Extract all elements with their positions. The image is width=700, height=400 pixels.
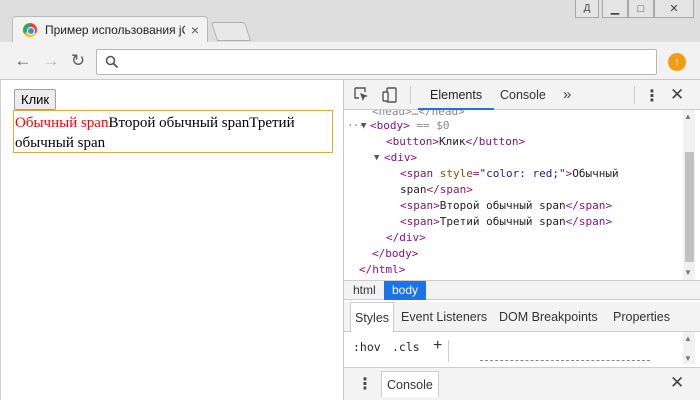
button-close-tag: </button>: [465, 135, 526, 148]
minimize-button[interactable]: ▁: [602, 0, 628, 18]
tab-title: Пример использования jQuery: [45, 23, 185, 37]
devtools-menu-button[interactable]: ⋮: [644, 86, 660, 106]
styles-divider: [448, 340, 449, 362]
styles-scroll-up-icon[interactable]: ▲: [684, 334, 692, 343]
span1-close-tag: </span>: [426, 183, 473, 196]
elements-scrollbar[interactable]: ▲ ▼: [683, 110, 695, 280]
search-icon: [105, 55, 119, 69]
div-close-tag: </div>: [386, 231, 426, 244]
span2-close-tag: </span>: [565, 199, 612, 212]
profile-button[interactable]: Д: [575, 0, 599, 18]
more-tabs-button[interactable]: »: [563, 86, 571, 103]
tab-event-listeners[interactable]: Event Listeners: [397, 302, 491, 332]
span1-text-a: Обычный: [572, 167, 619, 180]
div-open-tag: <div>: [384, 151, 418, 164]
scroll-down-icon[interactable]: ▼: [684, 268, 692, 277]
tab-properties[interactable]: Properties: [609, 302, 674, 332]
tab-console[interactable]: Console: [500, 80, 546, 110]
inspect-element-icon[interactable]: [354, 87, 370, 103]
breadcrumb: html body: [344, 280, 700, 300]
drawer-tab-console[interactable]: Console: [381, 371, 439, 397]
reload-button[interactable]: ↻: [68, 51, 88, 71]
tab-elements[interactable]: Elements: [418, 80, 495, 110]
styles-tabbar: Styles Event Listeners DOM Breakpoints P…: [344, 302, 700, 332]
devtools-panel: Elements Console » ⋮ ✕ <head>…</head> ··…: [343, 80, 700, 400]
maximize-button[interactable]: □: [628, 0, 654, 18]
devtools-drawer: ⋮ Console ✕: [344, 367, 700, 400]
browser-tab[interactable]: Пример использования jQuery ×: [12, 16, 208, 43]
body-close-tag: </body>: [372, 247, 419, 260]
scroll-up-icon[interactable]: ▲: [684, 112, 692, 121]
tab-close-icon[interactable]: ×: [191, 23, 199, 37]
address-bar[interactable]: [96, 49, 657, 75]
span1-text-b: span: [400, 183, 427, 196]
styles-scroll-down-icon[interactable]: ▼: [684, 354, 692, 363]
back-button[interactable]: ←: [13, 51, 33, 71]
add-style-rule-button[interactable]: +: [433, 337, 442, 355]
elements-scrollbar-thumb[interactable]: [685, 152, 694, 262]
tabbar-divider: [410, 86, 411, 104]
new-tab-button[interactable]: [210, 22, 252, 41]
tab-styles[interactable]: Styles: [350, 302, 395, 332]
device-toolbar-icon[interactable]: [382, 87, 398, 103]
hover-state-button[interactable]: :hov: [353, 340, 381, 354]
breadcrumb-body[interactable]: body: [384, 281, 427, 300]
div-collapse-triangle-icon[interactable]: ▼: [374, 150, 379, 166]
close-window-button[interactable]: ✕: [654, 0, 694, 18]
second-span: Второй обычный span: [108, 115, 250, 131]
span2-text: Второй обычный span: [439, 199, 566, 212]
button-text-node: Клик: [438, 135, 466, 148]
selected-node-marker: == $0: [416, 119, 450, 132]
tab-dom-breakpoints[interactable]: DOM Breakpoints: [495, 302, 602, 332]
styles-toolbar: :hov .cls +: [344, 332, 700, 364]
styles-scrollbar[interactable]: ▲ ▼: [683, 332, 695, 364]
span3-text: Третий обычный span: [439, 215, 566, 228]
favicon-icon: [23, 23, 37, 37]
html-close-tag: </html>: [359, 263, 406, 276]
span2-open-tag: <span>: [400, 199, 440, 212]
body-open-tag: <body>: [370, 119, 410, 132]
red-span: Обычный span: [15, 115, 109, 131]
collapse-triangle-icon[interactable]: ▼: [361, 118, 366, 134]
window-titlebar: Д ▁ □ ✕ Пример использования jQuery ×: [0, 0, 700, 43]
class-toggle-button[interactable]: .cls: [392, 340, 420, 354]
page-viewport: Клик Обычный spanВторой обычный spanТрет…: [0, 80, 343, 400]
drawer-close-button[interactable]: ✕: [670, 373, 684, 393]
dom-head-text: <head>…</head>: [372, 110, 465, 118]
span3-close-tag: </span>: [565, 215, 612, 228]
click-button[interactable]: Клик: [14, 89, 57, 110]
span1-attr-value: "color: red;": [479, 167, 566, 180]
drawer-menu-button[interactable]: ⋮: [357, 374, 373, 394]
browser-toolbar: ← → ↻ ↑: [0, 42, 700, 80]
forward-button[interactable]: →: [41, 51, 61, 71]
span3-open-tag: <span>: [400, 215, 440, 228]
span1-attr-name: style: [439, 167, 473, 180]
extension-icon[interactable]: ↑: [668, 53, 686, 71]
button-open-tag: <button>: [386, 135, 439, 148]
devtools-tabbar: Elements Console » ⋮ ✕: [344, 80, 700, 110]
box-model-top-edge: [480, 360, 650, 361]
span-container: Обычный spanВторой обычный spanТретий об…: [13, 110, 333, 153]
span1-open-tag: <span: [400, 167, 440, 180]
devtools-close-button[interactable]: ✕: [670, 85, 684, 105]
breadcrumb-html[interactable]: html: [346, 281, 383, 300]
tabbar-divider-right: [634, 86, 635, 104]
